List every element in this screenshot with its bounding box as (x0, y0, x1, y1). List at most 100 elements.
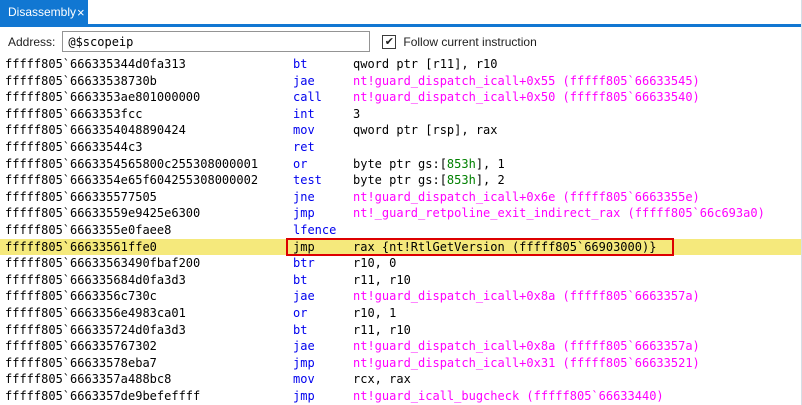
disassembly-row[interactable]: fffff805`6663353fccint3 (0, 106, 801, 123)
tab-title: Disassembly (8, 5, 76, 19)
instruction-mnemonic: jmp (293, 355, 353, 372)
instruction-bytes: 7505 (128, 189, 293, 206)
operand-segment: nt!guard_icall_bugcheck (fffff805`666334… (353, 389, 664, 403)
instruction-mnemonic: or (293, 305, 353, 322)
close-icon[interactable]: × (76, 6, 86, 19)
instruction-address: fffff805`6663355e (0, 222, 128, 239)
instruction-mnemonic: jmp (293, 239, 353, 256)
disassembly-row[interactable]: fffff805`66633544c3ret (0, 139, 801, 156)
instruction-bytes: 4d0fa3d3 (128, 322, 293, 339)
instruction-operands: nt!guard_dispatch_icall+0x50 (fffff805`6… (353, 89, 801, 106)
operand-segment: rcx, rax (353, 372, 411, 386)
instruction-operands: r10, 1 (353, 305, 801, 322)
instruction-address: fffff805`66633534 (0, 56, 128, 73)
instruction-bytes: cc (128, 106, 293, 123)
operand-segment: qword ptr [r11], r10 (353, 57, 498, 71)
operand-segment: nt!guard_dispatch_icall+0x8a (fffff805`6… (353, 339, 700, 353)
operand-segment: qword ptr [rsp], rax (353, 123, 498, 137)
disassembly-row[interactable]: fffff805`666335767302jaent!guard_dispatc… (0, 338, 801, 355)
instruction-address: fffff805`6663357d (0, 388, 128, 405)
instruction-address: fffff805`6663353a (0, 89, 128, 106)
disassembly-row[interactable]: fffff805`6663357de9befeffffjmpnt!guard_i… (0, 388, 801, 405)
disassembly-row[interactable]: fffff805`6663354048890424movqword ptr [r… (0, 122, 801, 139)
instruction-address: fffff805`6663353f (0, 106, 128, 123)
instruction-bytes: 490fbaf200 (128, 255, 293, 272)
disassembly-row[interactable]: fffff805`6663356c730cjaent!guard_dispatc… (0, 288, 801, 305)
disassembly-window: Disassembly × Address: ✔ Follow current … (0, 0, 802, 405)
follow-current-instruction-label: Follow current instruction (403, 35, 536, 49)
instruction-bytes: 65f604255308000002 (128, 172, 293, 189)
tab-bar: Disassembly × (0, 0, 801, 24)
instruction-mnemonic: jae (293, 338, 353, 355)
instruction-operands: nt!guard_dispatch_icall+0x6e (fffff805`6… (353, 189, 801, 206)
instruction-mnemonic: mov (293, 371, 353, 388)
instruction-bytes: 730b (128, 73, 293, 90)
instruction-operands (353, 222, 801, 239)
operand-segment: byte ptr gs:[ (353, 157, 447, 171)
instruction-operands: 3 (353, 106, 801, 123)
tab-disassembly[interactable]: Disassembly × (0, 0, 88, 24)
disassembly-row[interactable]: fffff805`66633538730bjaent!guard_dispatc… (0, 73, 801, 90)
operand-segment: ], 1 (476, 157, 505, 171)
operand-segment: r11, r10 (353, 323, 411, 337)
operand-segment: nt!_guard_retpoline_exit_indirect_rax (f… (353, 206, 765, 220)
instruction-operands: nt!guard_dispatch_icall+0x55 (fffff805`6… (353, 73, 801, 90)
disassembly-row[interactable]: fffff805`66633559e9425e6300jmpnt!_guard_… (0, 205, 801, 222)
instruction-mnemonic: jae (293, 73, 353, 90)
disassembly-row[interactable]: fffff805`66633563490fbaf200btrr10, 0 (0, 255, 801, 272)
instruction-operands: r11, r10 (353, 272, 801, 289)
operand-segment: 853h (447, 173, 476, 187)
disassembly-row[interactable]: fffff805`6663354565800c255308000001orbyt… (0, 156, 801, 173)
toolbar: Address: ✔ Follow current instruction (0, 27, 801, 56)
instruction-address: fffff805`66633578 (0, 355, 128, 372)
operand-segment: 3 (353, 107, 360, 121)
instruction-mnemonic: jne (293, 189, 353, 206)
disassembly-listing: fffff805`666335344d0fa313 bt qword ptr [r1… (0, 56, 801, 404)
follow-current-instruction-option[interactable]: ✔ Follow current instruction (382, 35, 536, 49)
instruction-operands: r10, 0 (353, 255, 801, 272)
instruction-mnemonic: lfence (293, 222, 353, 239)
address-label: Address: (8, 35, 55, 49)
instruction-operands: nt!guard_dispatch_icall+0x8a (fffff805`6… (353, 338, 801, 355)
operand-segment: nt!guard_dispatch_icall+0x50 (fffff805`6… (353, 90, 700, 104)
disassembly-row[interactable]: fffff805`66633578eba7jmpnt!guard_dispatc… (0, 355, 801, 372)
operand-segment: r11, r10 (353, 273, 411, 287)
disassembly-row[interactable]: fffff805`6663355e0faee8lfence (0, 222, 801, 239)
operand-segment: r10, 1 (353, 306, 396, 320)
disassembly-row-current[interactable]: fffff805`66633561ffe0jmprax {nt!RtlGetVe… (0, 239, 801, 256)
instruction-address: fffff805`6663354e (0, 172, 128, 189)
instruction-bytes: 4d0fa3d3 (128, 272, 293, 289)
disassembly-row[interactable]: fffff805`666335724d0fa3d3btr11, r10 (0, 322, 801, 339)
instruction-address: fffff805`66633563 (0, 255, 128, 272)
instruction-operands: r11, r10 (353, 322, 801, 339)
instruction-address: fffff805`66633538 (0, 73, 128, 90)
disassembly-row[interactable]: fffff805`6663354e65f604255308000002testb… (0, 172, 801, 189)
instruction-address: fffff805`66633568 (0, 272, 128, 289)
instruction-bytes: 4d0fa313 (128, 56, 293, 73)
disassembly-row[interactable]: fffff805`6663357a488bc8movrcx, rax (0, 371, 801, 388)
disassembly-row[interactable]: fffff805`6663356e4983ca01orr10, 1 (0, 305, 801, 322)
instruction-mnemonic: jmp (293, 205, 353, 222)
instruction-mnemonic: or (293, 156, 353, 173)
instruction-mnemonic: test (293, 172, 353, 189)
instruction-address: fffff805`6663356e (0, 305, 128, 322)
instruction-operands: rcx, rax (353, 371, 801, 388)
instruction-mnemonic: mov (293, 122, 353, 139)
instruction-address: fffff805`6663356c (0, 288, 128, 305)
instruction-bytes: 0faee8 (128, 222, 293, 239)
disassembly-row[interactable]: fffff805`666335577505jnent!guard_dispatc… (0, 189, 801, 206)
instruction-operands: nt!_guard_retpoline_exit_indirect_rax (f… (353, 205, 801, 222)
checkbox-checked-icon[interactable]: ✔ (382, 35, 396, 49)
instruction-bytes: ffe0 (128, 239, 293, 256)
instruction-bytes: 65800c255308000001 (128, 156, 293, 173)
instruction-address: fffff805`66633557 (0, 189, 128, 206)
disassembly-row[interactable]: fffff805`666335684d0fa3d3btr11, r10 (0, 272, 801, 289)
disassembly-row[interactable]: fffff805`6663353ae801000000callnt!guard_… (0, 89, 801, 106)
address-input[interactable] (62, 31, 370, 52)
instruction-mnemonic: bt (293, 322, 353, 339)
instruction-bytes: 48890424 (128, 122, 293, 139)
instruction-operands (353, 139, 801, 156)
instruction-bytes: 730c (128, 288, 293, 305)
operand-segment: byte ptr gs:[ (353, 173, 447, 187)
disassembly-row[interactable]: fffff805`666335344d0fa313btqword ptr [r1… (0, 56, 801, 73)
